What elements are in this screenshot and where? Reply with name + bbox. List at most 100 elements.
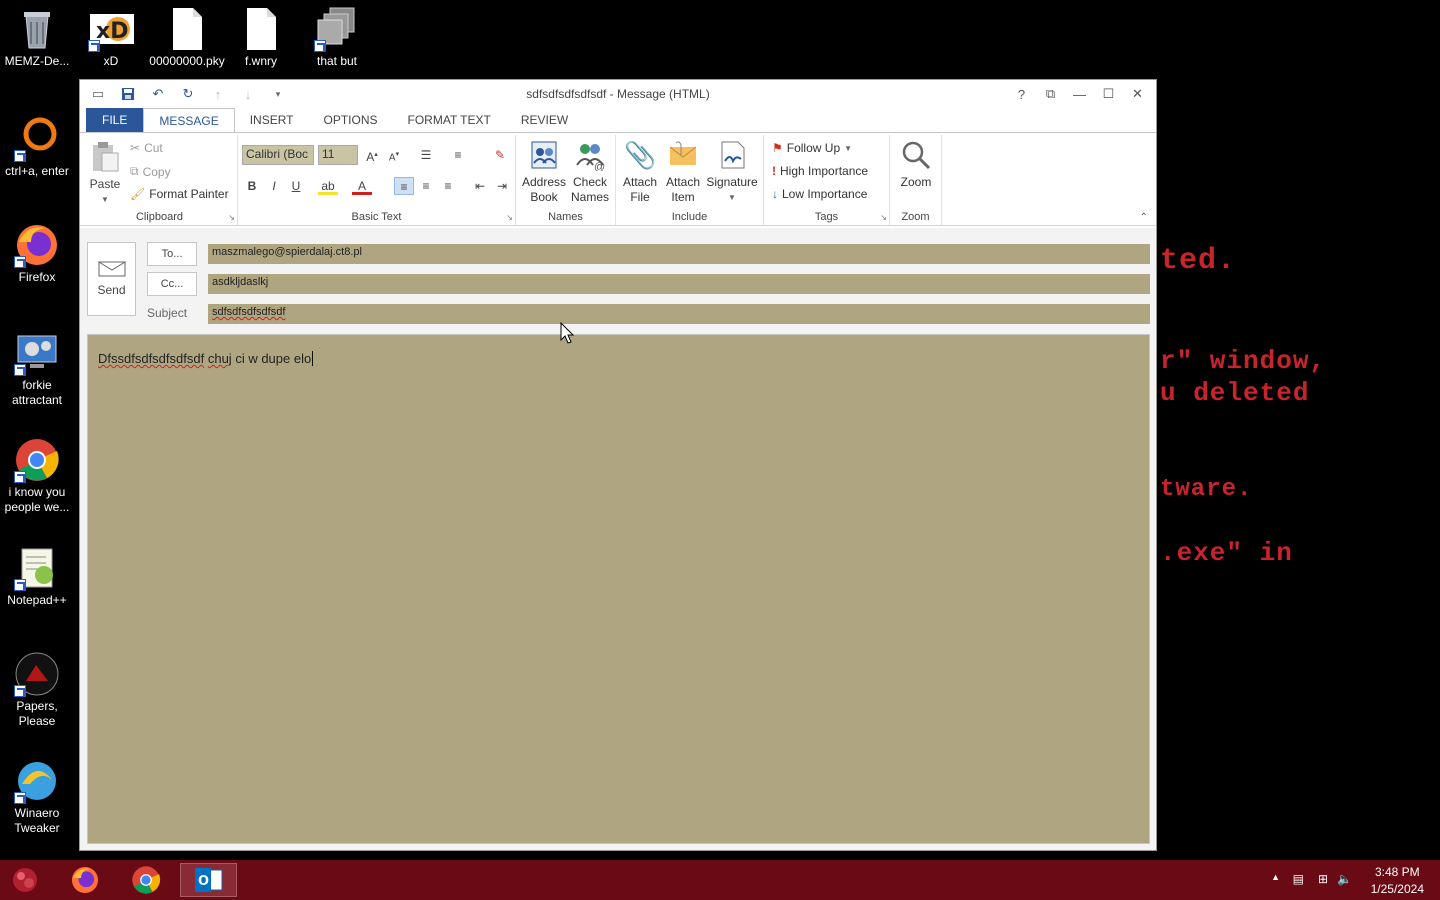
to-button[interactable]: To... (147, 242, 197, 266)
title-bar[interactable]: ▭ ↶ ↻ ↑ ↓ ▾ sdfsdfsdfsdfsdf - Message (H… (80, 80, 1156, 108)
shortcut-arrow-icon (14, 792, 26, 804)
cc-button[interactable]: Cc... (147, 272, 197, 296)
taskbar-clock[interactable]: 3:48 PM 1/25/2024 (1371, 864, 1424, 898)
desktop-icon-winaero[interactable]: Winaero Tweaker (0, 758, 75, 836)
help-button[interactable]: ? (1007, 84, 1036, 104)
blank-file-icon (238, 6, 284, 52)
maximize-button[interactable]: ☐ (1094, 84, 1123, 104)
send-button[interactable]: Send (87, 242, 136, 316)
tab-options[interactable]: OPTIONS (309, 108, 393, 132)
numbering-icon[interactable]: ≡ (448, 146, 468, 164)
zoom-group-label: Zoom (901, 211, 930, 223)
check-names-label-2: Names (570, 190, 609, 204)
attach-file-button[interactable]: 📎 Attach File (618, 135, 662, 205)
text-caret (312, 351, 314, 366)
increase-indent-icon[interactable]: ⇥ (492, 177, 512, 195)
paste-button[interactable]: Paste ▼ (86, 137, 124, 207)
dialog-launcher-icon[interactable]: ↘ (880, 213, 887, 222)
highlight-icon[interactable]: ab (318, 177, 338, 195)
desktop-icon-notepadpp[interactable]: Notepad++ (0, 545, 75, 608)
window-title: sdfsdfsdfsdfsdf - Message (HTML) (526, 87, 710, 101)
desktop-icon-pky[interactable]: 00000000.pky (149, 6, 225, 69)
desktop-icon-wnry[interactable]: f.wnry (223, 6, 299, 69)
message-body[interactable]: Dfssdfsdfsdfsdfsdf chuj ci w dupe elo (87, 334, 1150, 844)
minimize-button[interactable]: — (1065, 84, 1094, 104)
desktop-icon-ctrl-a[interactable]: ctrl+a, enter (0, 116, 75, 179)
format-painter-button[interactable]: 🖌 Format Painter (130, 187, 229, 201)
dialog-launcher-icon[interactable]: ↘ (506, 213, 513, 222)
brush-icon: 🖌 (130, 187, 146, 201)
decrease-indent-icon[interactable]: ⇤ (470, 177, 490, 195)
dialog-launcher-icon[interactable]: ↘ (228, 213, 235, 222)
subject-field[interactable]: sdfsdfsdfsdfsdf (208, 304, 1150, 324)
copy-button[interactable]: ⧉ Copy (130, 164, 171, 179)
signature-button[interactable]: Signature ▼ (704, 135, 760, 205)
taskbar-firefox[interactable] (60, 863, 110, 897)
signature-icon (716, 139, 748, 171)
icon-label: Notepad++ (7, 593, 67, 607)
close-button[interactable]: ✕ (1123, 84, 1152, 104)
align-center-icon[interactable]: ≡ (416, 177, 436, 195)
desktop-icon-forkie[interactable]: forkie attractant (0, 330, 75, 408)
show-hidden-icons[interactable]: ▲ (1271, 872, 1280, 882)
desktop-icon-chrome[interactable]: i know you people we... (0, 437, 75, 515)
cut-button[interactable]: ✂ Cut (130, 141, 163, 155)
format-painter-label: Format Painter (149, 187, 229, 201)
follow-up-button[interactable]: ⚑ Follow Up ▼ (772, 141, 852, 155)
zoom-label: Zoom (900, 175, 932, 189)
collapse-ribbon-icon[interactable]: ⌃ (1140, 212, 1148, 223)
desktop-icon-that-but[interactable]: that but (299, 6, 375, 69)
desktop-icon-firefox[interactable]: Firefox (0, 222, 75, 285)
tab-insert[interactable]: INSERT (235, 108, 309, 132)
firefox-icon (14, 222, 60, 268)
ribbon-tabs: FILE MESSAGE INSERT OPTIONS FORMAT TEXT … (80, 108, 1156, 132)
ribbon-display-options-button[interactable]: ⧉ (1036, 84, 1065, 104)
desktop-icon-xd[interactable]: xD xD (73, 6, 149, 69)
bullets-icon[interactable]: ☰ (416, 146, 436, 164)
check-names-button[interactable]: @ Check Names (568, 135, 612, 205)
font-name-combo[interactable]: Calibri (Boc (242, 145, 314, 165)
low-importance-button[interactable]: ↓ Low Importance (772, 187, 867, 201)
action-center-icon[interactable]: ▤ (1293, 872, 1304, 886)
basic-text-group-label: Basic Text (351, 211, 402, 223)
high-importance-button[interactable]: ! High Importance (772, 164, 868, 178)
copy-icon: ⧉ (130, 164, 139, 178)
scissors-icon: ✂ (130, 141, 141, 155)
start-button[interactable] (0, 863, 50, 897)
underline-button[interactable]: U (286, 177, 306, 195)
orange-ring-icon (14, 116, 60, 162)
svg-text:O: O (198, 874, 209, 889)
attach-item-button[interactable]: Attach Item (662, 135, 704, 205)
clock-time: 3:48 PM (1374, 865, 1420, 879)
shrink-font-icon[interactable]: A▾ (384, 146, 404, 164)
tab-message[interactable]: MESSAGE (143, 108, 235, 132)
bold-button[interactable]: B (242, 177, 262, 195)
desktop-icon-papers-please[interactable]: Papers, Please (0, 651, 75, 729)
stacked-windows-icon (314, 6, 360, 52)
envelope-icon (667, 139, 699, 171)
address-book-button[interactable]: Address Book (520, 135, 568, 205)
volume-muted-icon[interactable]: 🔈 (1337, 872, 1352, 886)
tab-review[interactable]: REVIEW (506, 108, 583, 132)
italic-button[interactable]: I (264, 177, 284, 195)
network-icon[interactable]: ⊞ (1318, 872, 1328, 886)
font-size-combo[interactable]: 11 (318, 145, 358, 165)
align-left-icon[interactable]: ≡ (394, 177, 414, 195)
tab-file[interactable]: FILE (86, 108, 144, 132)
desktop-icon-recycle-bin[interactable]: MEMZ-De... (0, 6, 75, 69)
grow-font-icon[interactable]: A▴ (362, 146, 382, 164)
ribbon: Paste ▼ ✂ Cut ⧉ Copy 🖌 Format Painter Cl… (80, 132, 1156, 226)
cc-field[interactable]: asdkljdaslkj (208, 274, 1150, 294)
align-right-icon[interactable]: ≡ (438, 177, 458, 195)
taskbar-outlook[interactable]: O (180, 863, 237, 897)
to-field[interactable]: maszmalego@spierdalaj.ct8.pl (208, 244, 1150, 264)
attach-file-label-2: File (630, 190, 650, 204)
clear-formatting-icon[interactable]: ✎ (490, 146, 510, 164)
subject-value: sdfsdfsdfsdfsdf (212, 306, 286, 318)
zoom-button[interactable]: Zoom (894, 135, 938, 190)
tab-format-text[interactable]: FORMAT TEXT (393, 108, 506, 132)
taskbar-chrome[interactable] (121, 863, 171, 897)
taskbar: O ▲ ▤ ⊞ 🔈 3:48 PM 1/25/2024 (0, 860, 1440, 900)
font-color-icon[interactable]: A (352, 177, 372, 195)
papers-please-icon (14, 651, 60, 697)
